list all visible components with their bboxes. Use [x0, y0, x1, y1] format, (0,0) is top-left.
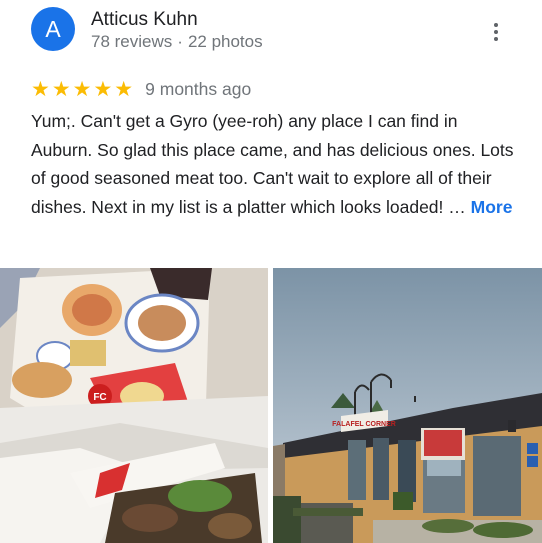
review-text-block: Yum;. Can't get a Gyro (yee-roh) any pla… [31, 107, 521, 221]
menu-dot [494, 37, 498, 41]
more-link[interactable]: More [471, 197, 513, 217]
review-photo-food[interactable]: FC [0, 268, 268, 543]
menu-dot [494, 23, 498, 27]
meta-separator: · [177, 32, 183, 51]
avatar-letter: A [45, 15, 61, 42]
review-rating: ★★★★★ 9 months ago [31, 77, 251, 102]
food-photo-image: FC [0, 268, 268, 543]
review-text: Yum;. Can't get a Gyro (yee-roh) any pla… [31, 111, 514, 217]
star-rating-icon: ★★★★★ [31, 78, 136, 101]
more-options-icon[interactable] [484, 17, 508, 47]
menu-dot [494, 30, 498, 34]
menu-badge-text: FC [93, 392, 106, 403]
reviewer-meta: 78 reviews · 22 photos [91, 32, 263, 52]
storefront-sign-text: FALAFEL CORNER [332, 421, 396, 428]
reviews-count: 78 reviews [91, 32, 173, 51]
review-photo-storefront[interactable]: FALAFEL CORNER [273, 268, 542, 543]
reviewer-name[interactable]: Atticus Kuhn [91, 9, 198, 31]
avatar[interactable]: A [31, 7, 75, 51]
storefront-photo-image: FALAFEL CORNER [273, 268, 542, 543]
review-time: 9 months ago [145, 79, 252, 99]
photos-count: 22 photos [187, 32, 263, 51]
